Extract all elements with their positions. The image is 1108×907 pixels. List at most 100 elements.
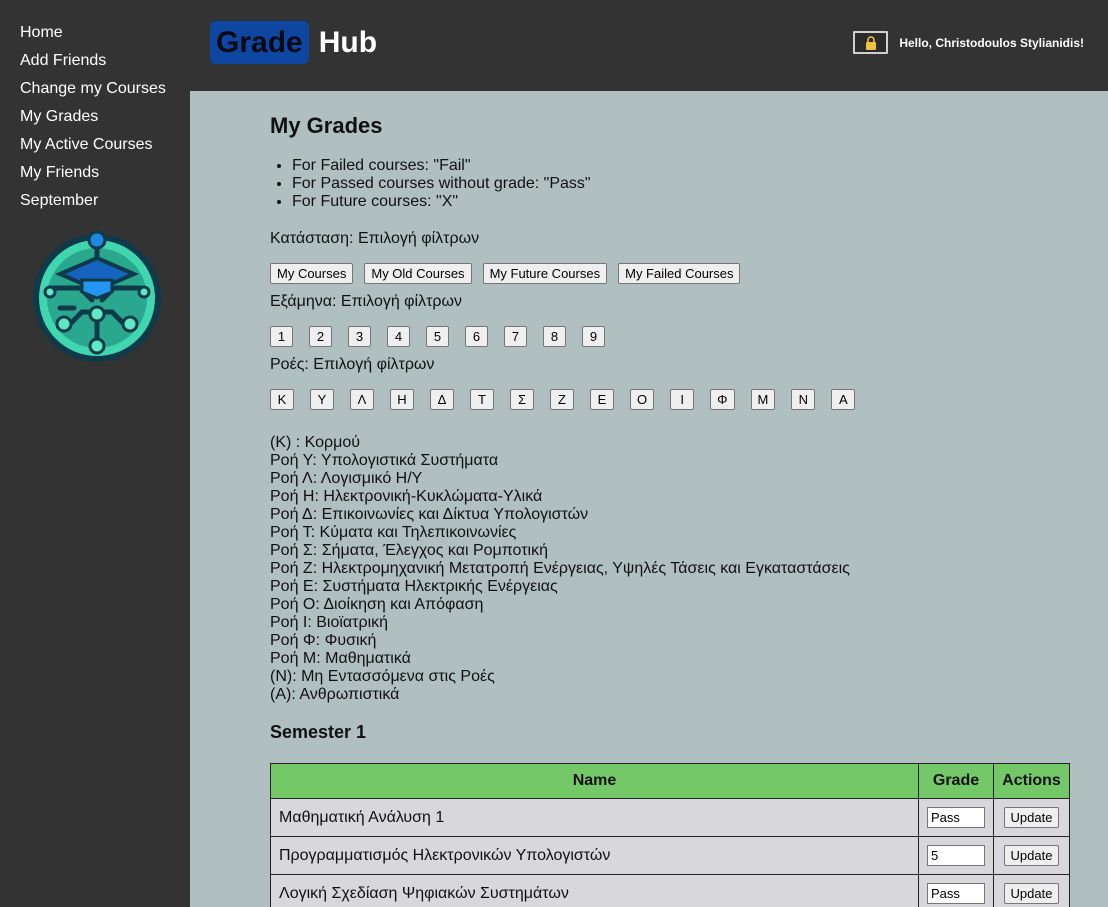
grade-cell: [918, 874, 994, 907]
semester-button-5[interactable]: 5: [426, 326, 449, 347]
stream-button-l[interactable]: Λ: [350, 389, 374, 410]
stream-filter-label: Ροές: Επιλογή φίλτρων: [270, 356, 435, 373]
stream-button-o[interactable]: Ο: [630, 389, 655, 410]
action-cell: Update: [993, 836, 1070, 875]
column-header-actions: Actions: [993, 763, 1070, 799]
sidebar-item-my-grades: My Grades: [20, 106, 166, 134]
stream-button-y[interactable]: Υ: [310, 389, 334, 410]
sidebar: Home Add Friends Change my Courses My Gr…: [0, 0, 190, 907]
stream-button-e[interactable]: Ε: [590, 389, 614, 410]
sidebar-menu: Home Add Friends Change my Courses My Gr…: [20, 22, 166, 218]
sidebar-item-active-courses: My Active Courses: [20, 134, 166, 162]
legend-item: (Α): Ανθρωπιστικά: [270, 686, 400, 703]
legend-item: Ροή Η: Ηλεκτρονική-Κυκλώματα-Υλικά: [270, 488, 543, 505]
stream-button-m[interactable]: Μ: [750, 389, 776, 410]
sidebar-link-september[interactable]: September: [20, 192, 98, 209]
brand-hub-text: Hub: [318, 26, 378, 59]
semester-button-3[interactable]: 3: [348, 326, 371, 347]
semester-title: Semester 1: [270, 722, 367, 742]
sidebar-link-change-courses[interactable]: Change my Courses: [20, 80, 166, 97]
grades-table: Name Grade Actions Μαθηματική Ανάλυση 1 …: [270, 763, 1070, 907]
action-cell: Update: [993, 874, 1070, 907]
stream-button-i[interactable]: Ι: [670, 389, 695, 410]
stream-button-s[interactable]: Σ: [510, 389, 534, 410]
top-header: Grade Hub Hello, Christodoulos Stylianid…: [190, 0, 1108, 91]
legend-item: Ροή Λ: Λογισμικό Η/Υ: [270, 470, 423, 487]
legend-item: Ροή Ζ: Ηλεκτρομηχανική Μετατροπή Ενέργει…: [270, 560, 850, 577]
table-header-row: Name Grade Actions: [270, 763, 1070, 799]
sidebar-item-change-courses: Change my Courses: [20, 78, 166, 106]
stream-button-z[interactable]: Ζ: [550, 389, 574, 410]
stream-button-a[interactable]: Α: [831, 389, 856, 410]
sidebar-item-september: September: [20, 190, 166, 218]
grade-hints-list: For Failed courses: "Fail" For Passed co…: [270, 157, 1070, 211]
legend-item: Ροή Μ: Μαθηματικά: [270, 650, 411, 667]
legend-item: Ροή Τ: Κύματα και Τηλεπικοινωνίες: [270, 524, 517, 541]
sidebar-item-home: Home: [20, 22, 166, 50]
update-button[interactable]: Update: [1003, 883, 1060, 904]
filter-old-courses-button[interactable]: My Old Courses: [364, 263, 472, 284]
semester-button-4[interactable]: 4: [387, 326, 410, 347]
sidebar-item-my-friends: My Friends: [20, 162, 166, 190]
hint-future: For Future courses: "X": [292, 193, 1070, 211]
semester-button-8[interactable]: 8: [543, 326, 566, 347]
filter-failed-courses-button[interactable]: My Failed Courses: [618, 263, 741, 284]
update-button[interactable]: Update: [1003, 807, 1060, 828]
table-row: Προγραμματισμός Ηλεκτρονικών Υπολογιστών…: [270, 836, 1070, 875]
legend-item: Ροή Φ: Φυσική: [270, 632, 377, 649]
brand-grade-text: Grade: [210, 21, 309, 64]
sidebar-link-my-grades[interactable]: My Grades: [20, 108, 98, 125]
lock-icon: [865, 35, 876, 50]
legend-item: (Κ) : Κορμού: [270, 434, 361, 451]
sidebar-link-my-friends[interactable]: My Friends: [20, 164, 99, 181]
logo-icon: [33, 230, 161, 362]
semester-button-9[interactable]: 9: [582, 326, 605, 347]
stream-button-t[interactable]: Τ: [470, 389, 494, 410]
sidebar-link-add-friends[interactable]: Add Friends: [20, 52, 106, 69]
grade-cell: [918, 836, 994, 875]
legend-item: (Ν): Μη Εντασσόμενα στις Ροές: [270, 668, 495, 685]
course-name: Μαθηματική Ανάλυση 1: [270, 798, 919, 837]
action-cell: Update: [993, 798, 1070, 837]
semester-button-2[interactable]: 2: [309, 326, 332, 347]
stream-button-h[interactable]: Η: [390, 389, 414, 410]
filter-future-courses-button[interactable]: My Future Courses: [482, 263, 608, 284]
user-greeting: Hello, Christodoulos Stylianidis!: [899, 36, 1084, 50]
hint-passed: For Passed courses without grade: "Pass": [292, 175, 1070, 193]
stream-button-k[interactable]: Κ: [270, 389, 294, 410]
column-header-grade: Grade: [918, 763, 994, 799]
semester-filter-buttons: 1 2 3 4 5 6 7 8 9: [270, 326, 1070, 347]
brand-logo[interactable]: Grade Hub: [210, 21, 377, 64]
grade-input[interactable]: [927, 883, 985, 904]
stream-button-f[interactable]: Φ: [710, 389, 735, 410]
main-content: My Grades For Failed courses: "Fail" For…: [270, 91, 1070, 907]
page-title: My Grades: [270, 113, 383, 138]
status-filter-label: Κατάσταση: Επιλογή φίλτρων: [270, 230, 480, 247]
semester-button-1[interactable]: 1: [270, 326, 293, 347]
semester-filter-label: Εξάμηνα: Επιλογή φίλτρων: [270, 293, 463, 310]
table-row: Λογική Σχεδίαση Ψηφιακών Συστημάτων Upda…: [270, 874, 1070, 907]
update-button[interactable]: Update: [1003, 845, 1060, 866]
hint-failed: For Failed courses: "Fail": [292, 157, 1070, 175]
grade-input[interactable]: [927, 807, 985, 828]
grade-cell: [918, 798, 994, 837]
grade-input[interactable]: [927, 845, 985, 866]
stream-filter-buttons: Κ Υ Λ Η Δ Τ Σ Ζ Ε Ο Ι Φ Μ Ν Α: [270, 389, 1070, 410]
stream-button-n[interactable]: Ν: [791, 389, 816, 410]
legend-item: Ροή Ο: Διοίκηση και Απόφαση: [270, 596, 484, 613]
legend-item: Ροή Σ: Σήματα, Έλεγχος και Ρομποτική: [270, 542, 548, 559]
legend-item: Ροή Ε: Συστήματα Ηλεκτρικής Ενέργειας: [270, 578, 558, 595]
logout-button[interactable]: [853, 31, 888, 54]
sidebar-link-home[interactable]: Home: [20, 24, 63, 41]
semester-button-7[interactable]: 7: [504, 326, 527, 347]
sidebar-item-add-friends: Add Friends: [20, 50, 166, 78]
table-row: Μαθηματική Ανάλυση 1 Update: [270, 798, 1070, 837]
sidebar-link-active-courses[interactable]: My Active Courses: [20, 136, 152, 153]
course-name: Λογική Σχεδίαση Ψηφιακών Συστημάτων: [270, 874, 919, 907]
legend-item: Ροή Υ: Υπολογιστικά Συστήματα: [270, 452, 499, 469]
semester-button-6[interactable]: 6: [465, 326, 488, 347]
legend-item: Ροή Ι: Βιοϊατρική: [270, 614, 389, 631]
stream-button-d[interactable]: Δ: [430, 389, 454, 410]
filter-my-courses-button[interactable]: My Courses: [270, 263, 354, 284]
legend-item: Ροή Δ: Επικοινωνίες και Δίκτυα Υπολογιστ…: [270, 506, 589, 523]
